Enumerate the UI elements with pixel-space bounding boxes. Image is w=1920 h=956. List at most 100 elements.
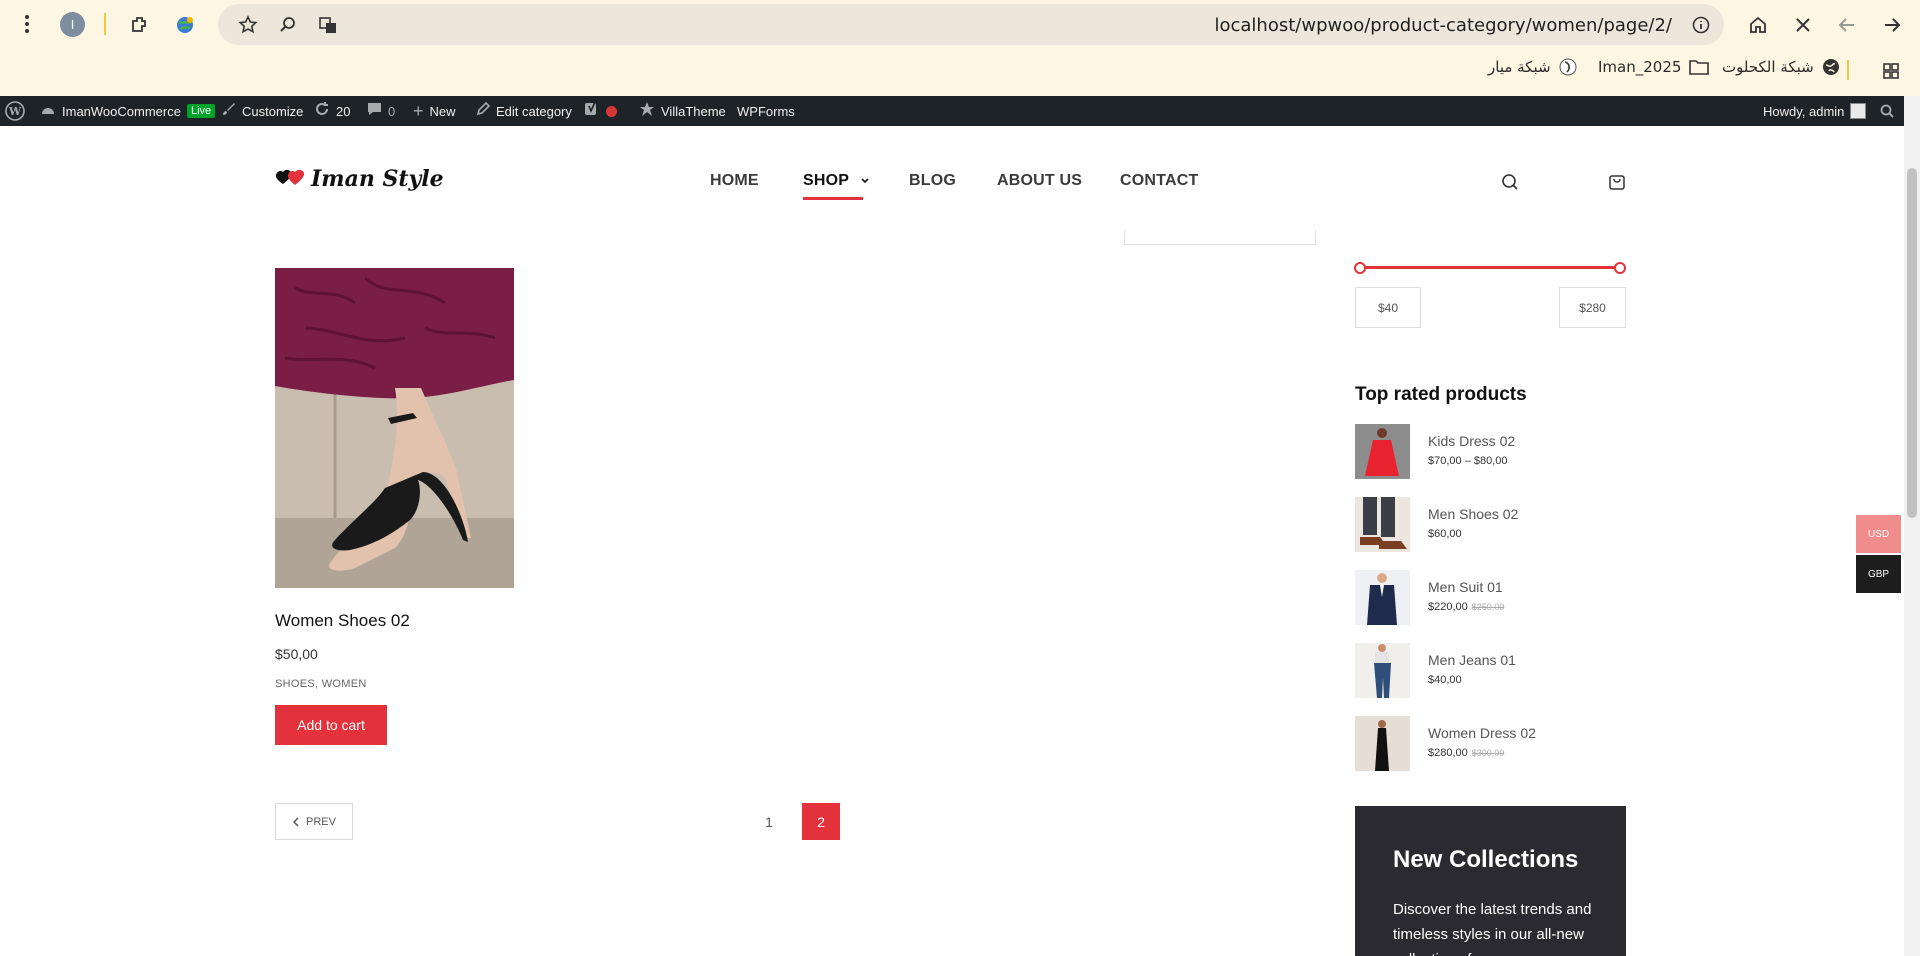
dashboard-gauge-icon — [40, 102, 56, 120]
pencil-icon — [476, 101, 491, 120]
home-icon[interactable] — [1745, 12, 1771, 38]
updates-count: 20 — [336, 103, 351, 119]
bookmark-folder[interactable]: Iman_2025 — [1598, 58, 1710, 76]
search-icon[interactable] — [1499, 171, 1521, 193]
price-range-track[interactable] — [1360, 266, 1621, 269]
nav-active-underline — [803, 197, 863, 200]
price-min-field[interactable]: $40 — [1355, 287, 1421, 328]
wpforms-menu[interactable]: WPForms — [737, 96, 795, 126]
top-rated-item[interactable]: Women Dress 02 $280,00 $300,00 — [1355, 716, 1625, 771]
edit-category-link[interactable]: Edit category — [476, 96, 572, 126]
nav-contact[interactable]: CONTACT — [1120, 172, 1198, 190]
back-arrow-icon[interactable] — [1834, 12, 1860, 38]
cart-icon[interactable] — [1606, 171, 1628, 193]
top-rated-item[interactable]: Men Suit 01 $220,00 $250,00 — [1355, 570, 1625, 625]
prev-page-button[interactable]: PREV — [275, 803, 353, 840]
toolbar-divider — [104, 13, 106, 35]
product-price: $40,00 — [1428, 674, 1462, 686]
page-scrollbar[interactable] — [1904, 96, 1920, 956]
top-rated-item[interactable]: Men Shoes 02 $60,00 — [1355, 497, 1625, 552]
stop-close-icon[interactable] — [1790, 12, 1816, 38]
svg-text:W: W — [8, 105, 22, 118]
product-thumbnail[interactable] — [1355, 643, 1410, 698]
nav-shop[interactable]: SHOP — [803, 172, 870, 190]
product-name[interactable]: Men Suit 01 — [1428, 579, 1503, 595]
product-image[interactable] — [275, 268, 514, 588]
scrollbar-thumb[interactable] — [1907, 168, 1917, 518]
product-name[interactable]: Men Jeans 01 — [1428, 652, 1516, 668]
bookmark-label: Iman_2025 — [1598, 58, 1682, 76]
live-badge: Live — [186, 104, 216, 118]
customize-label: Customize — [242, 103, 304, 119]
bookmark-1[interactable]: شبكة الكحلوت — [1722, 58, 1840, 76]
villatheme-menu[interactable]: VillaTheme — [639, 96, 726, 126]
bookmarks-divider — [1847, 60, 1849, 80]
chevron-left-icon — [292, 816, 299, 827]
product-name[interactable]: Men Shoes 02 — [1428, 506, 1518, 522]
bookmark-star-icon[interactable] — [236, 13, 260, 37]
add-to-cart-button[interactable]: Add to cart — [275, 705, 387, 745]
site-info-icon[interactable] — [1690, 14, 1712, 36]
promo-title: New Collections — [1393, 846, 1579, 873]
url-text: localhost/wpwoo/product-category/women/p… — [1214, 15, 1672, 36]
product-name[interactable]: Women Dress 02 — [1428, 725, 1536, 741]
nav-home[interactable]: HOME — [710, 172, 759, 190]
product-thumbnail[interactable] — [1355, 570, 1410, 625]
comments-count: 0 — [388, 103, 396, 119]
price-max-field[interactable]: $280 — [1559, 287, 1626, 328]
top-rated-item[interactable]: Kids Dress 02 $70,00 – $80,00 — [1355, 424, 1625, 479]
regular-price: $300,00 — [1471, 748, 1505, 758]
site-name: ImanWooCommerce — [62, 103, 181, 119]
plus-icon: + — [413, 100, 424, 121]
currency-usd-button[interactable]: USD — [1856, 515, 1901, 553]
site-name-menu[interactable]: ImanWooCommerce Live — [40, 96, 216, 126]
comments-link[interactable]: 0 — [367, 96, 395, 126]
nav-blog[interactable]: BLOG — [909, 172, 956, 190]
folder-icon — [1689, 60, 1710, 75]
brush-icon — [222, 102, 236, 120]
web-globe-extension-icon[interactable] — [172, 12, 198, 38]
sort-select-bottom-edge[interactable] — [1124, 230, 1316, 245]
edit-category-label: Edit category — [496, 103, 572, 119]
wp-admin-bar: W ImanWooCommerce Live Customize 20 0 + … — [0, 96, 1904, 126]
howdy-label: Howdy, admin — [1763, 103, 1845, 119]
product-categories[interactable]: SHOES, WOMEN — [275, 678, 367, 690]
updates-link[interactable]: 20 — [314, 96, 350, 126]
page-link-current: 2 — [802, 803, 840, 840]
nav-about[interactable]: ABOUT US — [997, 172, 1082, 190]
translate-icon[interactable] — [316, 13, 340, 37]
product-title[interactable]: Women Shoes 02 — [275, 611, 410, 631]
globe-icon — [1822, 59, 1839, 75]
seo-menu[interactable] — [584, 96, 617, 126]
new-collections-banner[interactable]: New Collections Discover the latest tren… — [1355, 806, 1626, 956]
bookmark-2[interactable]: شبكة ميار — [1488, 58, 1577, 76]
top-rated-item[interactable]: Men Jeans 01 $40,00 — [1355, 643, 1625, 698]
product-name[interactable]: Kids Dress 02 — [1428, 433, 1515, 449]
product-price: $60,00 — [1428, 528, 1462, 540]
price-range-max-handle[interactable] — [1614, 262, 1626, 274]
zoom-icon[interactable] — [276, 13, 300, 37]
product-thumbnail[interactable] — [1355, 424, 1410, 479]
product-thumbnail[interactable] — [1355, 716, 1410, 771]
top-rated-title: Top rated products — [1355, 384, 1527, 405]
currency-gbp-button[interactable]: GBP — [1856, 555, 1901, 593]
account-menu[interactable]: Howdy, admin — [1763, 96, 1867, 126]
address-bar[interactable]: localhost/wpwoo/product-category/women/p… — [218, 4, 1724, 45]
wp-logo-icon[interactable]: W — [5, 96, 25, 126]
logo-hearts-icon — [275, 169, 305, 185]
price-range-min-handle[interactable] — [1354, 262, 1366, 274]
moon-icon — [1559, 58, 1577, 76]
site-logo[interactable]: Iman Style — [275, 166, 444, 192]
product-price: $50,00 — [275, 646, 318, 662]
customize-link[interactable]: Customize — [222, 96, 303, 126]
bookmark-label: شبكة الكحلوت — [1722, 58, 1814, 76]
browser-menu-icon[interactable] — [16, 12, 38, 36]
new-content-menu[interactable]: + New — [413, 96, 456, 126]
all-bookmarks-grid-icon[interactable] — [1880, 60, 1902, 82]
page-link-1[interactable]: 1 — [750, 803, 788, 840]
admin-search-icon[interactable] — [1880, 96, 1894, 126]
forward-arrow-icon[interactable] — [1879, 12, 1905, 38]
profile-avatar[interactable]: I — [60, 12, 85, 37]
product-thumbnail[interactable] — [1355, 497, 1410, 552]
extensions-icon[interactable] — [127, 12, 153, 38]
